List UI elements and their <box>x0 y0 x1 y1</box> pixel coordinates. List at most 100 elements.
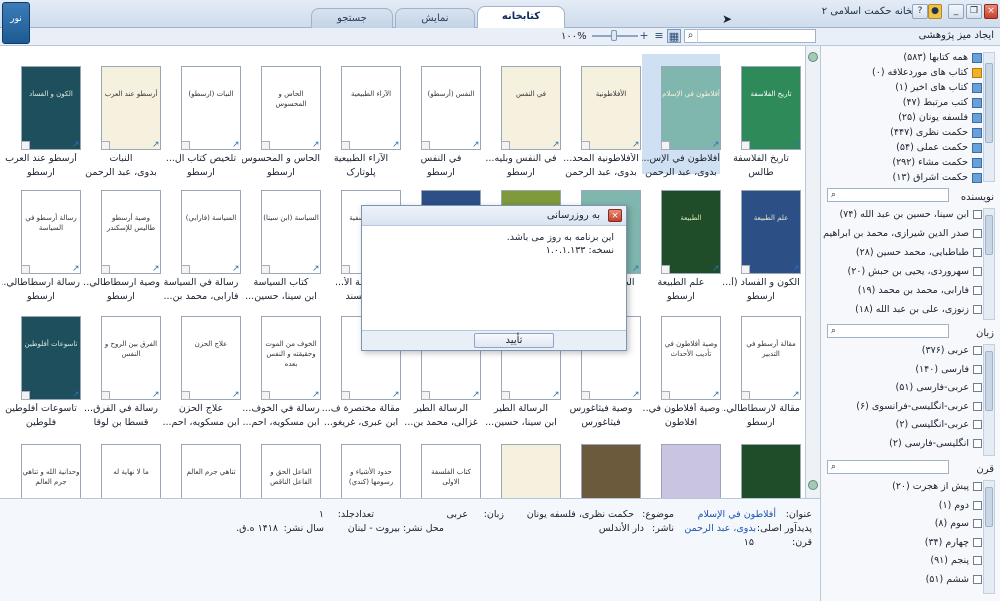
favorite-star-icon[interactable] <box>581 141 590 150</box>
related-link-icon[interactable]: ↗ <box>712 140 720 150</box>
book-item[interactable]: أرسطو عند العرب ↗ النبات بدوی، عبد الرحمن <box>82 54 161 178</box>
favorite-star-icon[interactable] <box>501 141 510 150</box>
language-filter-search[interactable]: ⌕ <box>827 324 949 338</box>
scroll-up-icon[interactable] <box>808 52 818 62</box>
favorite-star-icon[interactable] <box>741 265 750 274</box>
filter-checkbox[interactable] <box>973 556 982 565</box>
grid-scrollbar[interactable] <box>807 52 819 492</box>
related-link-icon[interactable]: ↗ <box>232 390 240 400</box>
filter-checkbox[interactable] <box>973 286 982 295</box>
book-item[interactable]: السياسة (فارابي) ↗ رسالة في السياسة فارابی،… <box>162 178 241 302</box>
book-item[interactable]: وصية أفلاطون في تأديب الأحداث ↗ وصية أفلاط… <box>642 304 721 428</box>
tab-search[interactable]: جستجو <box>311 8 393 28</box>
century-scrollbar[interactable] <box>983 480 995 594</box>
book-item[interactable]: ↗ <box>722 432 801 498</box>
list-view-icon[interactable]: ≡ <box>652 29 666 43</box>
zoom-in-icon[interactable]: + <box>637 29 651 43</box>
book-item[interactable]: ↗ <box>482 432 561 498</box>
filter-item[interactable]: انگلیسی-فارسی (۲) <box>889 438 982 449</box>
filter-item[interactable]: فارسی (۱۴۰) <box>915 364 982 375</box>
tab-library[interactable]: کتابخانه <box>477 6 565 29</box>
related-link-icon[interactable]: ↗ <box>632 140 640 150</box>
category-item[interactable]: کتب مرتبط (۴۷) <box>903 97 982 108</box>
related-link-icon[interactable]: ↗ <box>552 390 560 400</box>
filter-item[interactable]: عربی-انگلیسی-فرانسوی (۶) <box>856 401 982 412</box>
filter-item[interactable]: چهارم (۳۴) <box>925 537 982 548</box>
book-item[interactable]: وصية أرسطو طاليس للإسكندر ↗ وصية ارسطاطالي… <box>82 178 161 302</box>
minimize-button[interactable]: _ <box>948 4 964 19</box>
favorite-star-icon[interactable] <box>21 391 30 400</box>
filter-checkbox[interactable] <box>973 346 982 355</box>
filter-checkbox[interactable] <box>973 305 982 314</box>
book-cover[interactable] <box>661 444 721 498</box>
favorite-star-icon[interactable] <box>341 265 350 274</box>
related-link-icon[interactable]: ↗ <box>472 390 480 400</box>
book-cover[interactable]: النبات (ارسطو) <box>181 66 241 150</box>
favorite-star-icon[interactable] <box>101 141 110 150</box>
book-cover[interactable]: كتاب الفلسفة الاولى <box>421 444 481 498</box>
filter-checkbox[interactable] <box>973 229 982 238</box>
book-item[interactable]: الكون و الفساد ↗ أرسطو عند العرب ارسطو <box>2 54 81 178</box>
related-link-icon[interactable]: ↗ <box>632 390 640 400</box>
book-item[interactable]: النفس (أرسطو) ↗ في النفس ارسطو <box>402 54 481 178</box>
book-item[interactable]: الطبيعة ↗ علم الطبيعة ارسطو <box>642 178 721 302</box>
tab-view[interactable]: نمایش <box>395 8 475 28</box>
related-link-icon[interactable]: ↗ <box>152 390 160 400</box>
detail-creator-value[interactable]: بدوی، عبد الرحمن <box>684 523 756 534</box>
book-cover[interactable]: علم الطبيعة <box>741 190 801 274</box>
book-cover[interactable]: الطبيعة <box>661 190 721 274</box>
related-link-icon[interactable]: ↗ <box>72 140 80 150</box>
book-item[interactable]: علاج الحزن ↗ علاج الحزن ابن مسکویه، احم... <box>162 304 241 428</box>
theme-icon[interactable]: ● <box>928 4 942 19</box>
century-filter-search[interactable]: ⌕ <box>827 460 949 474</box>
book-cover[interactable]: الآراء الطبيعية <box>341 66 401 150</box>
filter-checkbox[interactable] <box>973 519 982 528</box>
filter-checkbox[interactable] <box>973 248 982 257</box>
filter-item[interactable]: طباطبایی، محمد حسین (۲۸) <box>856 247 982 258</box>
favorite-star-icon[interactable] <box>581 391 590 400</box>
category-item[interactable]: حکمت عملی (۵۴) <box>896 142 982 153</box>
book-cover[interactable]: وحدانية الله و تناهي جرم العالم <box>21 444 81 498</box>
author-scrollbar[interactable] <box>983 208 995 320</box>
book-cover[interactable]: الفاعل الحق و الفاعل الناقص <box>261 444 321 498</box>
book-cover[interactable]: ما لا نهاية له <box>101 444 161 498</box>
category-item[interactable]: حکمت نظری (۴۴۷) <box>890 127 982 138</box>
book-item[interactable]: الفاعل الحق و الفاعل الناقص↗ <box>242 432 321 498</box>
favorite-star-icon[interactable] <box>341 391 350 400</box>
book-cover[interactable]: مقالة أرسطو في التدبير <box>741 316 801 400</box>
related-link-icon[interactable]: ↗ <box>152 140 160 150</box>
book-item[interactable]: الخوف من الموت وحقيقته و النفس بعده ↗ رسال… <box>242 304 321 428</box>
book-cover[interactable]: السياسة (فارابي) <box>181 190 241 274</box>
favorite-star-icon[interactable] <box>661 391 670 400</box>
category-item[interactable]: حکمت اشراق (۱۳) <box>893 172 982 183</box>
favorite-star-icon[interactable] <box>421 391 430 400</box>
favorite-star-icon[interactable] <box>21 265 30 274</box>
book-cover[interactable]: السياسة (ابن سينا) <box>261 190 321 274</box>
favorite-star-icon[interactable] <box>261 141 270 150</box>
filter-item[interactable]: سهروردی، یحیی بن حبش (۲۰) <box>848 266 982 277</box>
language-scrollbar[interactable] <box>983 344 995 456</box>
create-research-desk-link[interactable]: ایجاد میز پژوهشی <box>919 30 994 41</box>
favorite-star-icon[interactable] <box>741 141 750 150</box>
book-cover[interactable] <box>501 444 561 498</box>
favorite-star-icon[interactable] <box>661 141 670 150</box>
category-scroll-thumb[interactable] <box>985 63 993 143</box>
filter-item[interactable]: پنجم (۹۱) <box>930 555 982 566</box>
book-item[interactable]: السياسة (ابن سينا) ↗ كتاب السياسة ابن سینا،… <box>242 178 321 302</box>
zoom-slider-knob[interactable] <box>611 30 617 41</box>
book-cover[interactable]: الكون و الفساد <box>21 66 81 150</box>
century-scroll-thumb[interactable] <box>985 487 993 527</box>
related-link-icon[interactable]: ↗ <box>72 390 80 400</box>
filter-item[interactable]: فارابی، محمد بن محمد (۱۹) <box>858 285 982 296</box>
book-cover[interactable]: أرسطو عند العرب <box>101 66 161 150</box>
book-cover[interactable]: حدود الأشياء و رسومها (كندي) <box>341 444 401 498</box>
related-link-icon[interactable]: ↗ <box>72 264 80 274</box>
related-link-icon[interactable]: ↗ <box>232 140 240 150</box>
book-cover[interactable]: الحاس و المحسوس <box>261 66 321 150</box>
book-item[interactable]: أفلاطون في الإسلام ↗ أفلاطون في الإس... بدو… <box>642 54 721 178</box>
filter-checkbox[interactable] <box>973 383 982 392</box>
filter-item[interactable]: عربی (۳۷۶) <box>922 345 982 356</box>
favorite-star-icon[interactable] <box>181 265 190 274</box>
related-link-icon[interactable]: ↗ <box>152 264 160 274</box>
book-item[interactable]: علم الطبيعة ↗ الكون و الفساد (أ... ارسطو <box>722 178 801 302</box>
